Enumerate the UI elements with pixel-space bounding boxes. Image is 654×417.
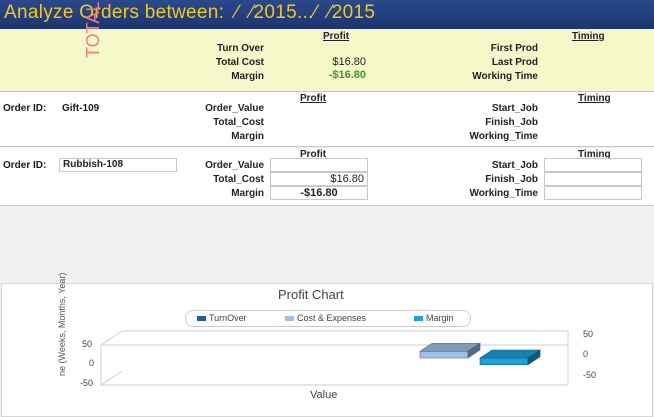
order1-working-time-label: Working_Time [469, 131, 538, 142]
last-prod-label: Last Prod [491, 57, 538, 68]
order1-finish-job-label: Finish_Job [485, 117, 538, 128]
order1-timing-header: Timing [578, 93, 611, 104]
chart-x-axis-title: Value [310, 389, 338, 401]
total-profit-header: Profit [323, 31, 350, 42]
order1-total-cost-label: Total_Cost [213, 117, 264, 128]
margin-field[interactable]: -$16.80 [270, 186, 368, 200]
finish-job-field[interactable] [544, 172, 642, 186]
total-working-time-label: Working Time [472, 71, 538, 82]
page-title: Analyze Orders between: ⁄ ⁄2015...⁄ ⁄201… [4, 2, 376, 23]
plot-bottom-left-depth [100, 370, 123, 386]
total-margin-label: Margin [231, 71, 264, 82]
order2-finish-job-label: Finish_Job [485, 174, 538, 185]
order1-profit-header: Profit [300, 93, 327, 104]
total-cost-label: Total Cost [215, 57, 264, 68]
order-id-value: Gift-109 [62, 103, 100, 114]
bar-margin-front [479, 357, 529, 366]
order-value-field[interactable] [270, 158, 368, 172]
order-id-label: Order ID: [3, 160, 47, 171]
order-id-label: Order ID: [3, 103, 47, 114]
plot-top-left-depth [100, 330, 123, 346]
order2-margin-label: Margin [231, 188, 264, 199]
order-id-field[interactable]: Rubbish-108 [59, 158, 177, 172]
order1-order-value-label: Order_Value [205, 103, 264, 114]
order2-working-time-label: Working_Time [469, 188, 538, 199]
order1-margin-label: Margin [231, 131, 264, 142]
total-cost-field[interactable]: $16.80 [270, 172, 368, 186]
order2-total-cost-label: Total_Cost [213, 174, 264, 185]
order2-order-value-label: Order_Value [205, 160, 264, 171]
first-prod-label: First Prod [490, 43, 538, 54]
total-label: TOTAL [83, 1, 103, 58]
total-margin-value: -$16.80 [328, 69, 366, 81]
order1-start-job-label: Start_Job [491, 103, 538, 114]
working-time-field[interactable] [544, 186, 642, 200]
chart-bars [419, 342, 541, 366]
order2-start-job-label: Start_Job [491, 160, 538, 171]
start-job-field[interactable] [544, 158, 642, 172]
total-timing-header: Timing [572, 31, 605, 42]
total-turnover-label: Turn Over [216, 43, 264, 54]
order-row-gift-109 [0, 92, 654, 147]
total-cost-value: $16.80 [332, 56, 366, 68]
bar-cost-expenses-front [419, 350, 469, 359]
